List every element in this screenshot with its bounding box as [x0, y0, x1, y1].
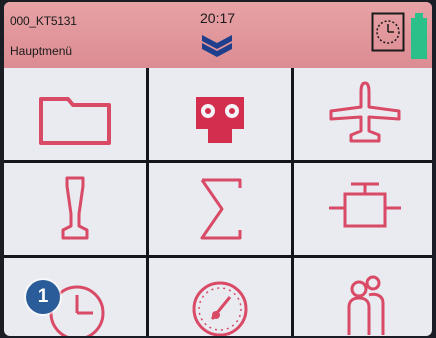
menu-item-folder[interactable] [4, 68, 146, 160]
menu-item-sum[interactable] [149, 163, 291, 255]
menu-item-model-type[interactable] [294, 68, 432, 160]
battery-icon [411, 13, 427, 59]
probe-icon [61, 176, 89, 240]
speedometer-icon [192, 281, 248, 336]
menu-item-transmitter[interactable] [149, 68, 291, 160]
transmitter-icon [196, 97, 244, 143]
callout-badge: 1 [26, 280, 60, 314]
clock-time: 20:17 [200, 10, 236, 26]
folder-icon [39, 97, 111, 145]
chevron-down-icon[interactable] [200, 32, 234, 58]
grid-divider [4, 255, 432, 258]
menu-item-sensor[interactable] [4, 163, 146, 255]
menu-item-telemetry[interactable] [149, 258, 291, 336]
status-header: 000_KT5131 Hauptmenü 20:17 [4, 2, 432, 68]
menu-title: Hauptmenü [10, 44, 73, 58]
users-icon [347, 275, 385, 335]
menu-item-servo[interactable] [294, 163, 432, 255]
menu-item-users[interactable] [294, 258, 432, 336]
grid-divider [146, 68, 149, 336]
grid-divider [4, 160, 432, 163]
sum-icon [200, 178, 242, 240]
main-menu-grid [4, 68, 432, 336]
screen: 000_KT5131 Hauptmenü 20:17 [4, 2, 432, 336]
servo-icon [329, 182, 401, 228]
airplane-icon [329, 81, 401, 143]
model-name: 000_KT5131 [10, 14, 77, 28]
grid-divider [291, 68, 294, 336]
timer-icon[interactable] [371, 12, 405, 52]
